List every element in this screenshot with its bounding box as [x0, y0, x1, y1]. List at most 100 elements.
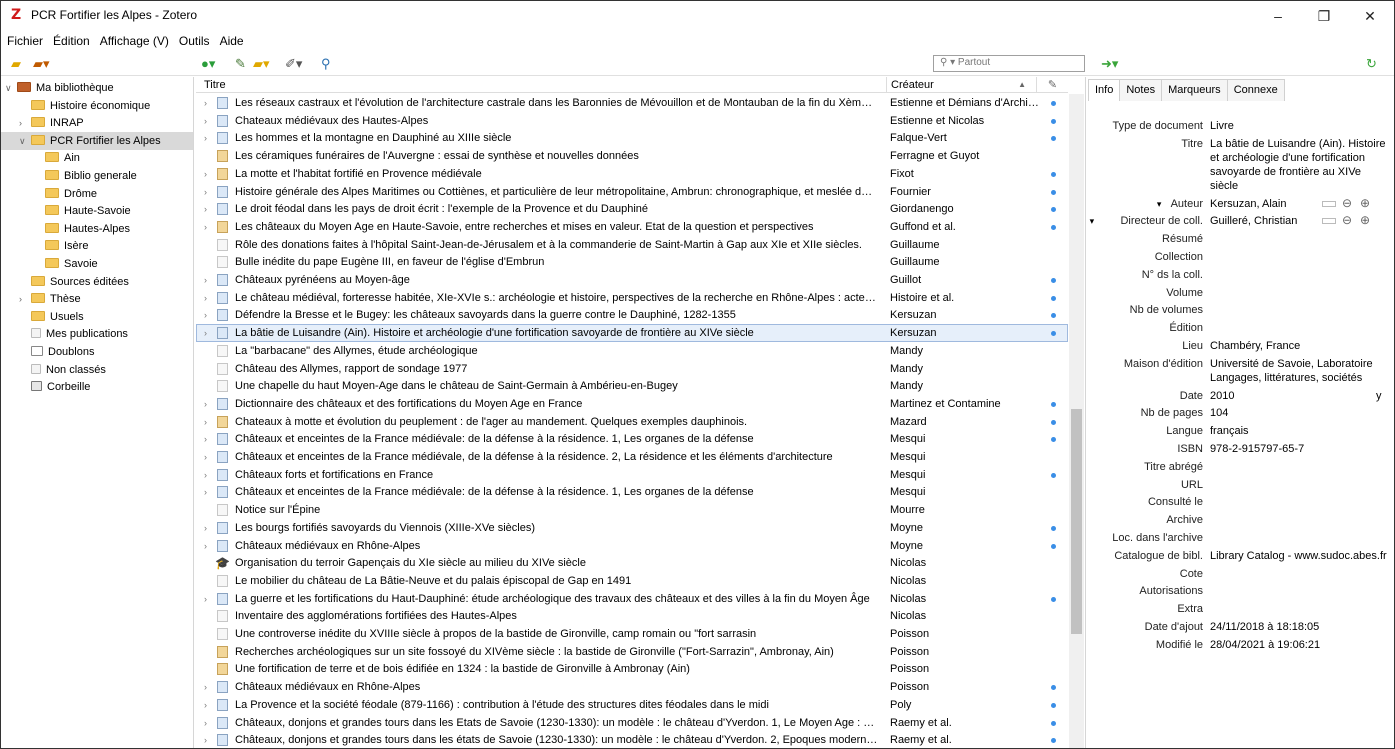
collection-item[interactable]: Doublons [1, 343, 193, 361]
table-row[interactable]: › Châteaux médiévaux en Rhône-Alpes Moyne [196, 537, 1068, 555]
items-scrollbar-thumb[interactable] [1071, 409, 1082, 634]
remove-creator-icon[interactable]: ⊖ [1342, 196, 1352, 210]
expand-arrow-icon[interactable]: › [204, 590, 214, 608]
table-row[interactable]: › Châteaux médiévaux en Rhône-Alpes Poisso… [196, 678, 1068, 696]
attachment-dot-icon[interactable] [1051, 525, 1056, 531]
collection-twisty-icon[interactable]: › [19, 114, 31, 132]
tab-info[interactable]: Info [1088, 79, 1121, 101]
collection-twisty-icon[interactable]: ∨ [19, 132, 31, 150]
table-row[interactable]: › Chateaux à motte et évolution du peuple… [196, 413, 1068, 431]
remove-creator-icon[interactable]: ⊖ [1342, 213, 1352, 227]
info-field-value[interactable]: Chambéry, France [1210, 339, 1390, 353]
tab-marqueurs[interactable]: Marqueurs [1161, 79, 1228, 101]
table-row[interactable]: Une chapelle du haut Moyen-Age dans le c… [196, 377, 1068, 395]
minimize-icon[interactable]: – [1255, 1, 1301, 31]
table-row[interactable]: › Les réseaux castraux et l'évolution de … [196, 94, 1068, 112]
info-field-value[interactable]: 28/04/2021 à 19:06:21 [1210, 638, 1390, 652]
collection-item[interactable]: Ain [1, 149, 193, 167]
table-row[interactable]: › Châteaux, donjons et grandes tours dans… [196, 714, 1068, 732]
info-field-value[interactable]: La bâtie de Luisandre (Ain). Histoire et… [1210, 137, 1390, 193]
expand-arrow-icon[interactable]: › [204, 731, 214, 748]
collection-item[interactable]: Haute-Savoie [1, 202, 193, 220]
expand-arrow-icon[interactable]: › [204, 448, 214, 466]
table-row[interactable]: Inventaire des agglomérations fortifiées… [196, 607, 1068, 625]
close-icon[interactable]: ✕ [1347, 1, 1393, 31]
table-row[interactable]: Rôle des donations faites à l'hôpital Sa… [196, 236, 1068, 254]
attachment-icon[interactable]: ✐▾ [285, 57, 302, 71]
table-row[interactable]: Le mobilier du château de La Bâtie-Neuve… [196, 572, 1068, 590]
info-field-value[interactable]: Université de Savoie, Laboratoire Langag… [1210, 357, 1390, 385]
table-row[interactable]: › Le château médiéval, forteresse habitée… [196, 289, 1068, 307]
table-row[interactable]: La "barbacane" des Allymes, étude archéo… [196, 342, 1068, 360]
collection-item[interactable]: Mes publications [1, 325, 193, 343]
attachment-dot-icon[interactable] [1051, 136, 1056, 142]
creator-type-switch-icon[interactable] [1322, 218, 1336, 225]
info-field-value[interactable]: français [1210, 424, 1390, 438]
expand-arrow-icon[interactable]: › [204, 165, 214, 183]
collection-twisty-icon[interactable]: ∨ [5, 79, 17, 97]
table-row[interactable]: › Histoire générale des Alpes Maritimes o… [196, 183, 1068, 201]
expand-arrow-icon[interactable]: › [204, 112, 214, 130]
table-row[interactable]: Notice sur l'Épine Mourre [196, 501, 1068, 519]
table-row[interactable]: Une fortification de terre et de bois éd… [196, 660, 1068, 678]
add-creator-icon[interactable]: ⊕ [1360, 213, 1370, 227]
column-header-title[interactable]: Titre [196, 77, 886, 93]
table-row[interactable]: › Défendre la Bresse et le Bugey: les châ… [196, 306, 1068, 324]
expand-arrow-icon[interactable]: › [204, 271, 214, 289]
table-row[interactable]: › Châteaux pyrénéens au Moyen-âge Guillot [196, 271, 1068, 289]
info-field-value[interactable]: Kersuzan, Alain [1210, 197, 1310, 211]
expand-arrow-icon[interactable]: › [204, 129, 214, 147]
attachment-dot-icon[interactable] [1051, 738, 1056, 744]
expand-arrow-icon[interactable]: › [204, 289, 214, 307]
table-row[interactable]: › La bâtie de Luisandre (Ain). Histoire e… [196, 324, 1068, 343]
expand-arrow-icon[interactable]: › [204, 395, 214, 413]
info-field-value[interactable]: 2010 [1210, 389, 1390, 403]
info-field-value[interactable]: Library Catalog - www.sudoc.abes.fr [1210, 549, 1390, 563]
creator-type-switch-icon[interactable] [1322, 200, 1336, 207]
attachment-dot-icon[interactable] [1051, 224, 1056, 230]
expand-arrow-icon[interactable]: › [204, 430, 214, 448]
attachment-dot-icon[interactable] [1051, 171, 1056, 177]
column-header-creator[interactable]: Créateur ▲ [886, 77, 1036, 93]
table-row[interactable]: › Les hommes et la montagne en Dauphiné a… [196, 129, 1068, 147]
collection-item[interactable]: Biblio generale [1, 167, 193, 185]
table-row[interactable]: › Châteaux forts et fortifications en Fra… [196, 466, 1068, 484]
attachment-dot-icon[interactable] [1051, 401, 1056, 407]
expand-arrow-icon[interactable]: › [204, 218, 214, 236]
expand-arrow-icon[interactable]: › [204, 714, 214, 732]
table-row[interactable]: › Dictionnaire des châteaux et des fortif… [196, 395, 1068, 413]
attachment-dot-icon[interactable] [1051, 313, 1056, 319]
table-row[interactable]: › Les bourgs fortifiés savoyards du Vienn… [196, 519, 1068, 537]
expand-arrow-icon[interactable]: › [204, 200, 214, 218]
add-by-identifier-icon[interactable]: ✎ [235, 57, 246, 71]
info-field-value[interactable]: Guilleré, Christian [1210, 214, 1310, 228]
tab-notes[interactable]: Notes [1119, 79, 1163, 101]
menu-affichage[interactable]: Affichage (V) [100, 32, 173, 50]
attachment-dot-icon[interactable] [1051, 472, 1056, 478]
advanced-search-icon[interactable]: ⚲ [321, 57, 331, 71]
new-collection-icon[interactable]: ▰ [11, 57, 21, 71]
new-note-icon[interactable]: ▰▾ [253, 57, 270, 71]
tab-connexe[interactable]: Connexe [1226, 79, 1285, 101]
attachment-dot-icon[interactable] [1051, 278, 1056, 283]
expand-arrow-icon[interactable]: › [204, 537, 214, 555]
table-row[interactable]: Les céramiques funéraires de l'Auvergne … [196, 147, 1068, 165]
expand-arrow-icon[interactable]: › [204, 483, 214, 501]
collection-item[interactable]: Sources éditées [1, 273, 193, 291]
collection-item[interactable]: Non classés [1, 361, 193, 379]
attachment-dot-icon[interactable] [1051, 437, 1056, 443]
attachment-dot-icon[interactable] [1051, 189, 1056, 195]
table-row[interactable]: › Châteaux, donjons et grandes tours dans… [196, 731, 1068, 748]
table-row[interactable]: › La motte et l'habitat fortifié en Prove… [196, 165, 1068, 183]
table-row[interactable]: Recherches archéologiques sur un site fo… [196, 643, 1068, 661]
collection-item[interactable]: Isère [1, 237, 193, 255]
menu-edition[interactable]: Édition [53, 32, 94, 50]
collection-item[interactable]: ∨ PCR Fortifier les Alpes [1, 131, 193, 150]
attachment-dot-icon[interactable] [1051, 685, 1056, 691]
expand-arrow-icon[interactable]: › [204, 466, 214, 484]
attachment-dot-icon[interactable] [1051, 720, 1056, 726]
attachment-dot-icon[interactable] [1051, 207, 1056, 213]
table-row[interactable]: › Le droit féodal dans les pays de droit … [196, 200, 1068, 218]
menu-outils[interactable]: Outils [179, 32, 214, 50]
library-menu-icon[interactable]: ▰▾ [33, 57, 50, 71]
